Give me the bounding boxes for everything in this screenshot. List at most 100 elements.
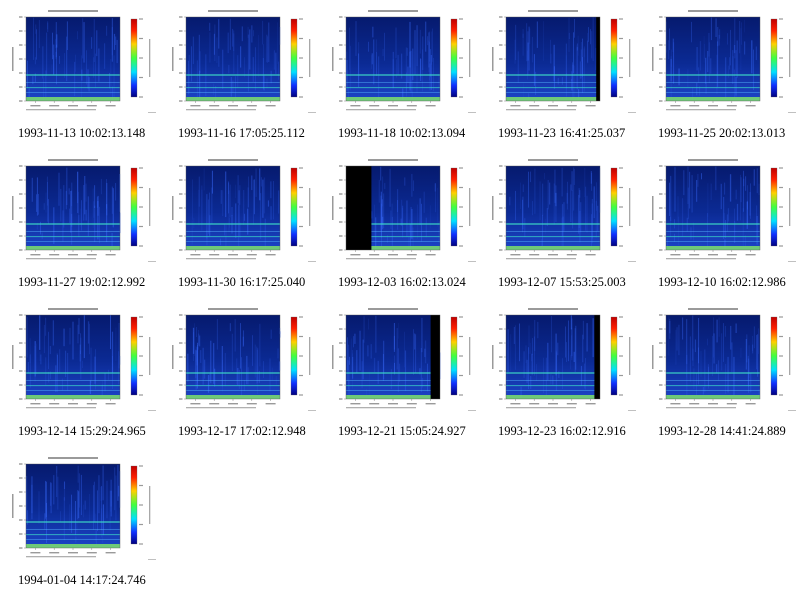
- spectrogram-streak: [47, 22, 49, 33]
- spectrogram-streak: [113, 189, 114, 228]
- spectrogram-streak: [391, 216, 393, 248]
- spectrogram-streak: [110, 59, 112, 95]
- spectrogram-thumbnail[interactable]: [648, 304, 798, 416]
- spectrogram-streak: [110, 479, 112, 507]
- spectrogram-thumbnail[interactable]: [328, 155, 478, 267]
- thumbnail-caption: 1993-12-21 15:05:24.927: [338, 424, 466, 438]
- spectrogram-thumbnail[interactable]: [328, 304, 478, 416]
- spectrogram-streak: [689, 336, 691, 382]
- spectrogram-streak: [733, 356, 735, 396]
- spectrogram-streak: [72, 321, 74, 360]
- spectrogram-streak: [52, 320, 54, 346]
- spectrogram-streak: [193, 332, 194, 361]
- spectrogram-streak: [81, 200, 82, 231]
- y-axis-label-mark: [172, 345, 174, 369]
- spectrogram-thumbnail[interactable]: [8, 155, 158, 267]
- y-tick-label-mark: [499, 235, 503, 237]
- spectrogram-streak: [429, 205, 431, 229]
- x-tick-label-mark: [585, 403, 596, 405]
- spectrogram-streak: [202, 347, 204, 385]
- x-tick-label-mark: [388, 105, 398, 107]
- spectrogram-thumbnail[interactable]: [168, 304, 318, 416]
- spectrogram-streak: [33, 17, 34, 60]
- colorbar-tick-label-mark: [139, 523, 143, 526]
- spectrogram-streak: [83, 22, 85, 63]
- spectrogram-thumbnail[interactable]: [168, 155, 318, 267]
- spectrogram-streak: [264, 218, 266, 250]
- spectrogram-streak: [218, 55, 220, 67]
- spectrogram-streak: [584, 363, 585, 389]
- spectrogram-thumbnail[interactable]: [8, 453, 158, 565]
- y-tick-label-mark: [499, 165, 503, 167]
- colorbar-tick-label-mark: [619, 57, 623, 59]
- spectrogram-streak: [222, 359, 223, 392]
- spectrogram-streak: [424, 340, 427, 364]
- spectrogram-streak: [257, 348, 259, 383]
- spectrogram-streak: [744, 19, 745, 33]
- colorbar: [771, 168, 777, 246]
- spectrogram-streak: [397, 54, 399, 75]
- spectrogram-streak: [595, 200, 597, 238]
- x-tick-label-mark: [369, 254, 380, 256]
- x-tick-label-mark: [228, 403, 238, 405]
- spectrogram-plot: [26, 166, 120, 250]
- spectrogram-streak: [211, 187, 213, 224]
- spectrogram-streak: [220, 190, 222, 204]
- spectrogram-thumbnail[interactable]: [648, 155, 798, 267]
- colorbar: [611, 317, 617, 395]
- spectrogram-thumbnail[interactable]: [8, 6, 158, 118]
- spectrogram-streak: [380, 166, 382, 181]
- spectrogram-streak: [413, 329, 414, 375]
- thumbnail-caption: 1993-12-03 16:02:13.024: [338, 275, 466, 289]
- spectrogram-streak: [111, 232, 113, 248]
- spectrogram-streak: [727, 65, 729, 78]
- spectrogram-streak: [395, 27, 397, 59]
- spectrogram-streak: [114, 467, 116, 511]
- x-tick-label-mark: [209, 254, 220, 256]
- spectrogram-streak: [198, 333, 200, 346]
- thumbnail-caption: 1994-01-04 14:17:24.746: [18, 573, 146, 587]
- spectrogram-streak: [40, 354, 42, 365]
- y-tick-label-mark: [659, 249, 663, 251]
- spectrogram-streak: [565, 43, 567, 89]
- colorbar-tick-label-mark: [299, 245, 303, 247]
- y-tick-label-mark: [499, 86, 503, 88]
- spectrogram-thumbnail[interactable]: [648, 6, 798, 118]
- colorbar-tick-label-mark: [779, 96, 783, 98]
- spectrogram-streak: [66, 167, 68, 205]
- spectrogram-streak: [698, 347, 699, 385]
- spectrogram-streak: [77, 465, 79, 483]
- spectrogram-streak: [58, 172, 60, 206]
- spectrogram-streak: [93, 481, 95, 523]
- colorbar-label-mark: [469, 39, 471, 77]
- spectrogram-thumbnail[interactable]: [328, 6, 478, 118]
- spectrogram-streak: [113, 33, 116, 50]
- spectrogram-thumbnail[interactable]: [168, 6, 318, 118]
- spectrogram-streak: [267, 200, 269, 207]
- spectrogram-streak: [584, 168, 586, 198]
- y-tick-label-mark: [659, 398, 663, 400]
- x-tick-label-mark: [350, 254, 361, 256]
- spectrogram-thumbnail[interactable]: [488, 155, 638, 267]
- spectrogram-thumbnail[interactable]: [488, 304, 638, 416]
- spectrogram-streak: [729, 174, 732, 202]
- spectrogram-image: [332, 10, 476, 113]
- spectrogram-streak: [682, 317, 684, 340]
- spectrogram-streak: [55, 365, 57, 393]
- x-tick-label-mark: [350, 105, 361, 107]
- colorbar: [771, 19, 777, 97]
- spectrogram-streak: [63, 328, 65, 347]
- spectrogram-streak: [241, 26, 243, 42]
- colorbar-label-mark: [789, 337, 791, 375]
- spectrogram-thumbnail[interactable]: [488, 6, 638, 118]
- spectrogram-streak: [49, 346, 51, 355]
- spectrogram-streak: [239, 222, 241, 238]
- y-tick-label-mark: [499, 72, 503, 74]
- spectrogram-streak: [36, 194, 38, 212]
- spectrogram-streak: [270, 206, 272, 220]
- x-tick-label-mark: [86, 254, 97, 256]
- spectrogram-thumbnail[interactable]: [8, 304, 158, 416]
- spectrogram-streak: [101, 486, 102, 531]
- spectrogram-streak: [94, 185, 96, 208]
- spectrogram-streak: [705, 82, 707, 94]
